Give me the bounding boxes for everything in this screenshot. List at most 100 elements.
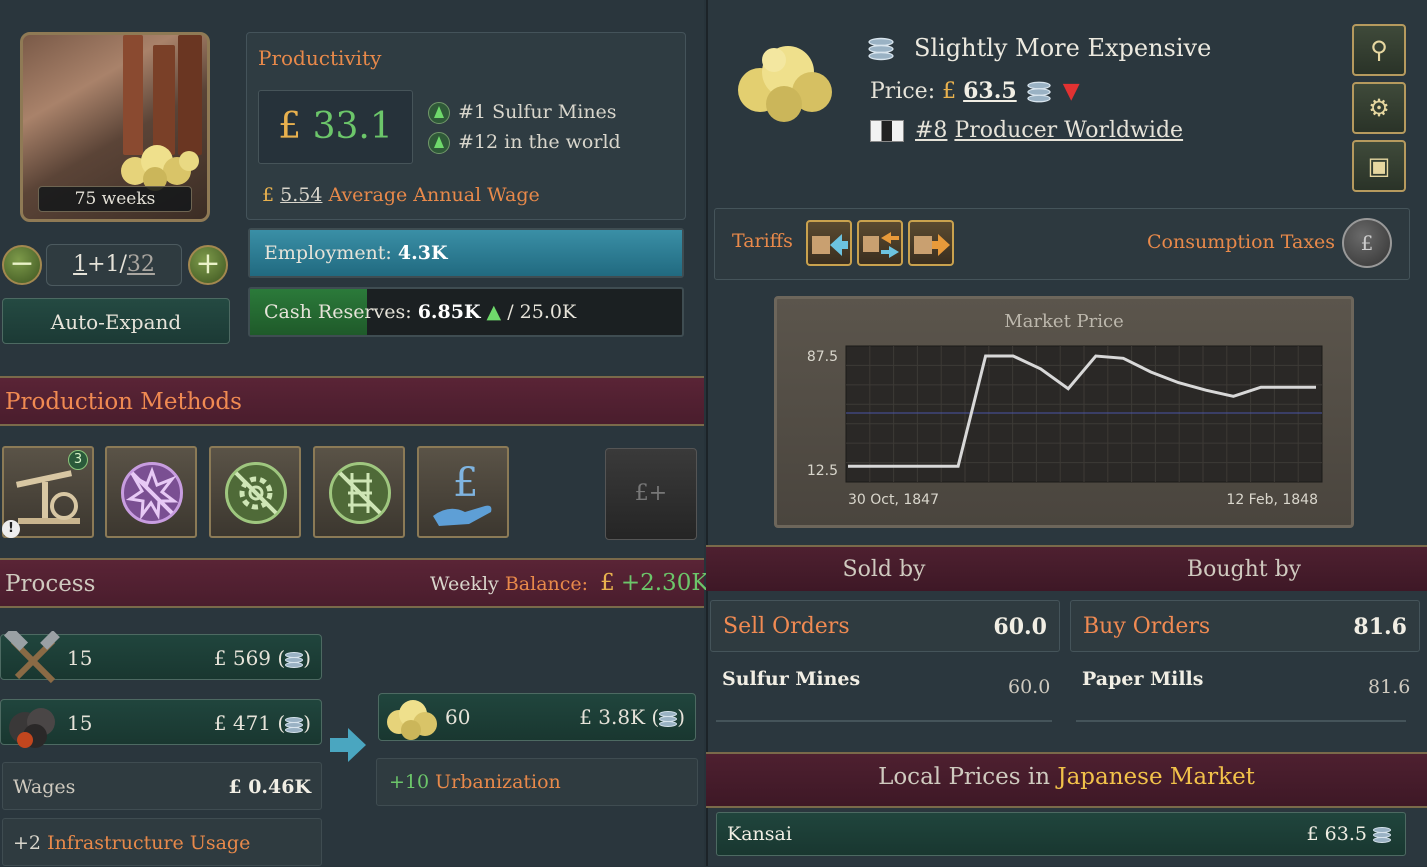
productivity-value[interactable]: £ 33.1 (258, 90, 413, 164)
wages-label: Wages (13, 763, 75, 811)
price-trend-title[interactable]: Slightly More Expensive (914, 34, 1211, 62)
currency-symbol: £ (262, 184, 274, 206)
input-cost: £ 569 () (214, 635, 311, 681)
magnifier-icon: ⚲ (1370, 36, 1388, 64)
level-stepper: − 1+1/32 + (0, 244, 230, 286)
cash-value: 6.85K (418, 301, 481, 323)
rail-disabled-icon (329, 462, 391, 524)
gear-shape (228, 465, 284, 521)
consumption-tax-button[interactable]: £ (1342, 218, 1392, 268)
chart-x-tick-label: 30 Oct, 1847 (848, 492, 939, 508)
auto-expand-button[interactable]: Auto-Expand (2, 298, 230, 344)
buy-orders-box[interactable]: Buy Orders 81.6 (1070, 600, 1420, 652)
currency-symbol: £ (278, 106, 301, 147)
price-line[interactable]: Price: £ 63.5 ▼ (870, 78, 1080, 104)
average-wage[interactable]: £ 5.54 Average Annual Wage (262, 184, 540, 206)
buyer-value: 81.6 (1368, 676, 1410, 698)
process-title: Process (5, 560, 95, 608)
cash-text: Cash Reserves: 6.85K ▲ / 25.0K (264, 289, 576, 335)
tariff-neutral-button[interactable] (857, 220, 903, 266)
chart-y-tick-label: 12.5 (807, 463, 838, 479)
input-cost-value: £ 471 ( (214, 711, 285, 735)
add-pm-button[interactable]: £+ (605, 448, 697, 540)
input-quantity: 15 (67, 635, 92, 681)
cash-up-arrow-icon: ▲ (487, 301, 502, 323)
settings-button[interactable]: ⚙ (1352, 82, 1406, 134)
consumption-taxes-label: Consumption Taxes (1147, 231, 1335, 253)
producer-rank[interactable]: #8 Producer Worldwide (870, 118, 1183, 143)
pm-explosives[interactable] (105, 446, 197, 538)
pound-hand-icon: £ (429, 456, 501, 532)
wages-row[interactable]: Wages £ 0.46K (2, 762, 322, 810)
level-plus: + (87, 252, 105, 277)
cash-reserves-bar[interactable]: Cash Reserves: 6.85K ▲ / 25.0K (248, 287, 684, 337)
sell-orders-box[interactable]: Sell Orders 60.0 (710, 600, 1060, 652)
decrease-level-button[interactable]: − (2, 245, 42, 285)
local-prices-title-text: Local Prices in (878, 764, 1050, 790)
coins-icon (1373, 825, 1391, 845)
productivity-number: 33.1 (313, 106, 393, 147)
weekly-balance[interactable]: Weekly Balance: £ +2.30K (430, 570, 709, 596)
seller-name[interactable]: Sulfur Mines (722, 668, 860, 690)
sulfur-goods-icon[interactable] (730, 30, 840, 130)
production-methods-title: Production Methods (5, 378, 242, 426)
orders-header: Sold by Bought by (706, 545, 1427, 591)
output-sulfur[interactable]: 60 £ 3.8K () (378, 693, 696, 741)
rank-industry[interactable]: #1 Sulfur Mines (428, 101, 617, 124)
pm-ownership[interactable]: £ (417, 446, 509, 538)
employment-bar[interactable]: Employment: 4.3K (248, 228, 684, 278)
local-prices-title: Local Prices in Japanese Market (706, 764, 1427, 790)
increase-level-button[interactable]: + (188, 245, 228, 285)
bought-by-title: Bought by (1066, 547, 1422, 593)
rank-up-icon (428, 102, 450, 124)
level-queued: 1 (106, 252, 120, 277)
coal-icon (3, 696, 63, 752)
sold-by-title: Sold by (706, 547, 1062, 593)
urbanization-label: Urbanization (435, 771, 561, 793)
level-display: 1+1/32 (46, 244, 182, 286)
output-value: £ 3.8K () (579, 694, 685, 740)
urbanization-row[interactable]: +10 Urbanization (376, 758, 698, 806)
explosion-burst-shape (124, 465, 180, 521)
rank-up-icon (428, 132, 450, 154)
input-cost-close: ) (303, 711, 311, 735)
gear-disabled-icon (225, 462, 287, 524)
employment-text: Employment: 4.3K (264, 230, 447, 276)
balance-label: Balance: (505, 573, 588, 595)
output-value-close: ) (677, 705, 685, 729)
tariffs-label: Tariffs (732, 230, 793, 252)
coins-icon (1027, 79, 1050, 105)
crate-arrow-right-icon (910, 222, 952, 264)
inspect-button[interactable]: ⚲ (1352, 24, 1406, 76)
divider (716, 720, 1052, 722)
sulfur-ore-icon (115, 131, 205, 191)
construction-time: 75 weeks (38, 186, 192, 212)
sell-orders-label: Sell Orders (723, 601, 850, 653)
price-coins-icon (868, 35, 893, 63)
price-down-arrow-icon: ▼ (1063, 79, 1080, 104)
output-quantity: 60 (445, 694, 470, 740)
balance-value: +2.30K (621, 570, 709, 596)
cash-label: Cash Reserves: (264, 301, 412, 323)
buyer-name[interactable]: Paper Mills (1082, 668, 1203, 690)
infrastructure-row[interactable]: +2 Infrastructure Usage (2, 818, 322, 866)
pm-count-badge: 3 (68, 450, 88, 470)
country-flag-icon (870, 120, 904, 142)
rank-world[interactable]: #12 in the world (428, 131, 621, 154)
input-coal[interactable]: 15 £ 471 () (0, 699, 322, 745)
sell-orders-value: 60.0 (993, 601, 1047, 653)
currency-symbol: £ (600, 570, 615, 596)
tariff-import-button[interactable] (806, 220, 852, 266)
buy-orders-label: Buy Orders (1083, 601, 1210, 653)
tariff-export-button[interactable] (908, 220, 954, 266)
input-tools[interactable]: 15 £ 569 () (0, 634, 322, 680)
pm-rail-transport[interactable] (313, 446, 405, 538)
rank-industry-number: #1 (458, 101, 486, 123)
local-price-row[interactable]: Kansai £ 63.5 (716, 812, 1406, 856)
trade-button[interactable]: ▣ (1352, 140, 1406, 192)
pm-mining-equipment[interactable]: 3 ! (2, 446, 94, 538)
pm-automation[interactable] (209, 446, 301, 538)
chart-y-tick-label: 87.5 (807, 349, 838, 365)
level-max: 32 (127, 252, 155, 277)
market-name: Japanese Market (1057, 764, 1255, 790)
